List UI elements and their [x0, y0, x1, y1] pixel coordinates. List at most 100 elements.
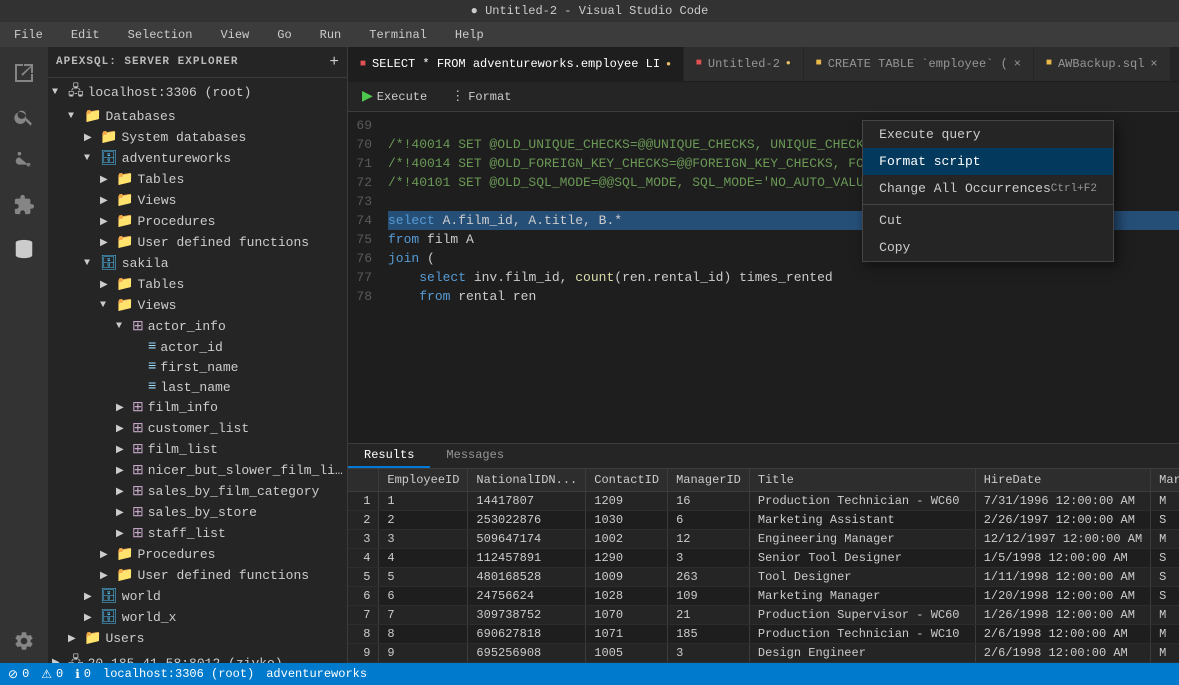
tree-item-actor-id[interactable]: ≡ actor_id [48, 337, 347, 357]
context-cut[interactable]: Cut [863, 207, 1113, 234]
tab-awbackup[interactable]: ■ AWBackup.sql × [1034, 47, 1171, 81]
menu-run[interactable]: Run [314, 26, 348, 44]
results-table-wrap[interactable]: EmployeeID NationalIDN... ContactID Mana… [348, 469, 1179, 663]
context-divider [863, 204, 1113, 205]
tree-item-server1[interactable]: ▶ 🖧 20.185.41.58:8012 (zivko) [48, 649, 347, 663]
menu-edit[interactable]: Edit [65, 26, 106, 44]
code-line-77: 77 select inv.film_id, count(ren.rental_… [348, 268, 1179, 287]
tree-item-localhost[interactable]: ▼ 🖧 localhost:3306 (root) [48, 78, 347, 106]
folder-icon: 📁 [116, 213, 133, 230]
tree-item-sakila-tables[interactable]: ▶ 📁 Tables [48, 274, 347, 295]
extensions-icon[interactable] [6, 187, 42, 223]
add-connection-button[interactable]: + [329, 53, 339, 71]
database-icon: 🗄 [100, 609, 118, 626]
tab-color-dot: ■ [696, 58, 702, 69]
tree-item-users[interactable]: ▶ 📁 Users [48, 628, 347, 649]
warning-icon: ⚠ [41, 667, 52, 682]
database-icon: 🗄 [100, 588, 118, 605]
tree-item-sales-by-store[interactable]: ▶ ⊞ sales_by_store [48, 502, 347, 523]
folder-icon: 📁 [84, 108, 101, 125]
chevron-right-icon: ▶ [52, 657, 68, 663]
folder-icon: 📁 [116, 546, 133, 563]
tab-select-query[interactable]: ■ SELECT * FROM adventureworks.employee … [348, 47, 684, 81]
editor-toolbar: ▶ Execute ⋮ Format [348, 82, 1179, 112]
execute-button[interactable]: ▶ Execute [356, 86, 433, 107]
status-bar: ⊘ 0 ⚠ 0 ℹ 0 localhost:3306 (root) advent… [0, 663, 1179, 685]
table-row: 77309738752107021Production Supervisor -… [348, 606, 1179, 625]
menu-terminal[interactable]: Terminal [363, 26, 433, 44]
tab-color-dot: ■ [816, 58, 822, 69]
tree-item-databases[interactable]: ▼ 📁 Databases [48, 106, 347, 127]
chevron-right-icon: ▶ [100, 216, 116, 228]
table-row: 886906278181071185Production Technician … [348, 625, 1179, 644]
tree-item-aw-views[interactable]: ▶ 📁 Views [48, 190, 347, 211]
status-db[interactable]: adventureworks [266, 667, 367, 681]
menu-selection[interactable]: Selection [122, 26, 199, 44]
chevron-right-icon: ▶ [100, 279, 116, 291]
tree-item-actor-info[interactable]: ▼ ⊞ actor_info [48, 316, 347, 337]
tab-color-dot: ■ [360, 59, 366, 70]
tree-item-film-info[interactable]: ▶ ⊞ film_info [48, 397, 347, 418]
settings-icon[interactable] [6, 623, 42, 659]
play-icon: ▶ [362, 88, 373, 105]
results-tab-messages[interactable]: Messages [430, 444, 520, 468]
tab-close: × [1150, 57, 1157, 71]
tree-item-first-name[interactable]: ≡ first_name [48, 357, 347, 377]
folder-icon: 📁 [116, 567, 133, 584]
tree-item-sakila[interactable]: ▼ 🗄 sakila [48, 253, 347, 274]
tree-item-sakila-procedures[interactable]: ▶ 📁 Procedures [48, 544, 347, 565]
chevron-right-icon: ▶ [116, 444, 132, 456]
main-layout: APEXSQL: SERVER EXPLORER + ▼ 🖧 localhost… [0, 47, 1179, 663]
tree-item-sakila-views[interactable]: ▼ 📁 Views [48, 295, 347, 316]
tree-item-aw-procedures[interactable]: ▶ 📁 Procedures [48, 211, 347, 232]
chevron-down-icon: ▼ [52, 87, 68, 98]
tree-item-aw-tables[interactable]: ▶ 📁 Tables [48, 169, 347, 190]
view-icon: ⊞ [132, 525, 144, 542]
database-icon[interactable] [6, 231, 42, 267]
tab-create-table[interactable]: ■ CREATE TABLE `employee` ( × [804, 47, 1034, 81]
view-icon: ⊞ [132, 504, 144, 521]
tree-item-system-dbs[interactable]: ▶ 📁 System databases [48, 127, 347, 148]
col-maritalstatus: MaritalStatus [1151, 469, 1179, 492]
context-change-occurrences[interactable]: Change All Occurrences Ctrl+F2 [863, 175, 1113, 202]
tree-item-nicer-film-list[interactable]: ▶ ⊞ nicer_but_slower_film_list [48, 460, 347, 481]
source-control-icon[interactable] [6, 143, 42, 179]
tree-item-film-list[interactable]: ▶ ⊞ film_list [48, 439, 347, 460]
menu-file[interactable]: File [8, 26, 49, 44]
table-row: 4411245789112903Senior Tool Designer1/5/… [348, 549, 1179, 568]
modified-dot: ● [786, 59, 791, 68]
context-format-script[interactable]: Format script [863, 148, 1113, 175]
menu-view[interactable]: View [214, 26, 255, 44]
format-button[interactable]: ⋮ Format [445, 87, 517, 106]
error-icon: ⊘ [8, 667, 18, 682]
table-row: 2225302287610306Marketing Assistant2/26/… [348, 511, 1179, 530]
search-icon[interactable] [6, 99, 42, 135]
explorer-icon[interactable] [6, 55, 42, 91]
context-copy[interactable]: Copy [863, 234, 1113, 261]
results-tab-results[interactable]: Results [348, 444, 430, 468]
tree-item-customer-list[interactable]: ▶ ⊞ customer_list [48, 418, 347, 439]
menu-go[interactable]: Go [271, 26, 297, 44]
tree-item-staff-list[interactable]: ▶ ⊞ staff_list [48, 523, 347, 544]
tree-item-sales-by-film[interactable]: ▶ ⊞ sales_by_film_category [48, 481, 347, 502]
context-execute-query[interactable]: Execute query [863, 121, 1113, 148]
view-icon: ⊞ [132, 420, 144, 437]
tree-item-world-x[interactable]: ▶ 🗄 world_x [48, 607, 347, 628]
chevron-right-icon: ▶ [116, 486, 132, 498]
status-connection[interactable]: localhost:3306 (root) [103, 667, 254, 681]
tab-untitled2[interactable]: ■ Untitled-2 ● [684, 47, 804, 81]
tree-item-adventureworks[interactable]: ▼ 🗄 adventureworks [48, 148, 347, 169]
tree-item-aw-udfs[interactable]: ▶ 📁 User defined functions [48, 232, 347, 253]
tree-container: ▼ 🖧 localhost:3306 (root) ▼ 📁 Databases … [48, 78, 347, 663]
view-icon: ⊞ [132, 318, 144, 335]
tree-item-sakila-udfs[interactable]: ▶ 📁 User defined functions [48, 565, 347, 586]
col-title: Title [749, 469, 975, 492]
info-icon: ℹ [75, 667, 80, 682]
chevron-right-icon: ▶ [84, 612, 100, 624]
tree-item-world[interactable]: ▶ 🗄 world [48, 586, 347, 607]
field-icon: ≡ [148, 339, 156, 355]
chevron-right-icon: ▶ [68, 633, 84, 645]
tree-item-last-name[interactable]: ≡ last_name [48, 377, 347, 397]
menu-help[interactable]: Help [449, 26, 490, 44]
tab-label: AWBackup.sql [1058, 57, 1144, 71]
